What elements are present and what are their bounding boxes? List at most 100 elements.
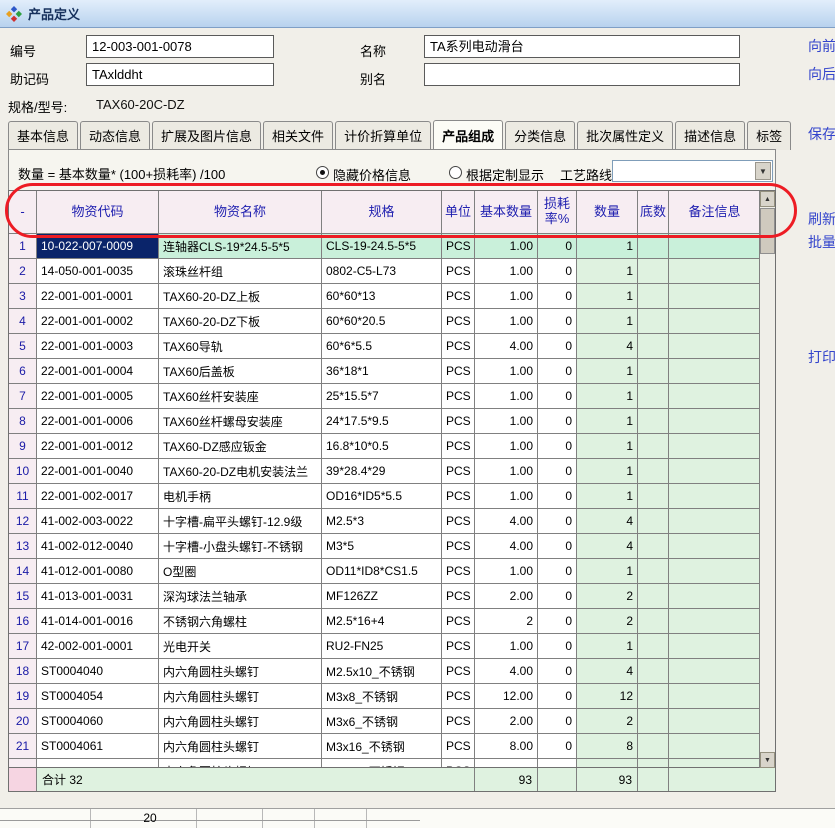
cell-unit[interactable]: PCS xyxy=(442,434,475,459)
cell-base[interactable] xyxy=(638,509,669,534)
cell-unit[interactable]: PCS xyxy=(442,709,475,734)
cell-unit[interactable]: PCS xyxy=(442,609,475,634)
cell-material-name[interactable]: 不锈钢六角螺柱 xyxy=(159,609,322,634)
tab-related-files[interactable]: 相关文件 xyxy=(263,121,333,150)
cell-material-code[interactable]: 14-050-001-0035 xyxy=(37,259,159,284)
column-header-loss-rate[interactable]: 损耗率% xyxy=(538,191,577,234)
cell-qty[interactable]: 1 xyxy=(577,434,638,459)
table-row[interactable]: 1541-013-001-0031深沟球法兰轴承MF126ZZPCS2.0002 xyxy=(9,584,761,609)
cell-basic-qty[interactable]: 1.00 xyxy=(475,359,538,384)
table-row[interactable]: 322-001-001-0001TAX60-20-DZ上板60*60*13PCS… xyxy=(9,284,761,309)
table-row[interactable]: 110-022-007-0009连轴器CLS-19*24.5-5*5CLS-19… xyxy=(9,234,761,259)
table-row[interactable]: 622-001-001-0004TAX60后盖板36*18*1PCS1.0001 xyxy=(9,359,761,384)
cell-material-code[interactable]: 42-002-001-0001 xyxy=(37,634,159,659)
cell-remark[interactable] xyxy=(669,634,761,659)
cell-remark[interactable] xyxy=(669,609,761,634)
cell-base[interactable] xyxy=(638,334,669,359)
cell-spec[interactable]: M2.5x10_不锈钢 xyxy=(322,659,442,684)
cell-loss-rate[interactable]: 0 xyxy=(538,509,577,534)
cell-qty[interactable]: 8 xyxy=(577,734,638,759)
cell-material-name[interactable]: TAX60后盖板 xyxy=(159,359,322,384)
cell-remark[interactable] xyxy=(669,684,761,709)
cell-base[interactable] xyxy=(638,584,669,609)
cell-basic-qty[interactable]: 1.00 xyxy=(475,634,538,659)
batch-button[interactable]: 批量 xyxy=(808,232,835,252)
cell-basic-qty[interactable]: 1.00 xyxy=(475,234,538,259)
table-row[interactable]: 1241-002-003-0022十字槽-扁平头螺钉-12.9级M2.5*3PC… xyxy=(9,509,761,534)
scroll-up-icon[interactable]: ▲ xyxy=(760,191,775,207)
tab-batch-attribute-definition[interactable]: 批次属性定义 xyxy=(577,121,673,150)
cell-material-name[interactable]: 电机手柄 xyxy=(159,484,322,509)
tab-label[interactable]: 标签 xyxy=(747,121,791,150)
cell-base[interactable] xyxy=(638,534,669,559)
cell-spec[interactable]: M3x6_不锈钢 xyxy=(322,709,442,734)
cell-base[interactable] xyxy=(638,384,669,409)
column-header-material-code[interactable]: 物资代码 xyxy=(37,191,159,234)
cell-unit[interactable]: PCS xyxy=(442,384,475,409)
cell-remark[interactable] xyxy=(669,559,761,584)
cell-remark[interactable] xyxy=(669,384,761,409)
cell-qty[interactable]: 1 xyxy=(577,559,638,584)
custom-display-radio[interactable] xyxy=(449,166,462,179)
cell-spec[interactable]: 25*15.5*7 xyxy=(322,384,442,409)
cell-qty[interactable]: 1 xyxy=(577,309,638,334)
tab-product-composition[interactable]: 产品组成 xyxy=(433,120,503,150)
cell-loss-rate[interactable]: 0 xyxy=(538,709,577,734)
cell-material-code[interactable]: 22-001-001-0004 xyxy=(37,359,159,384)
cell-remark[interactable] xyxy=(669,459,761,484)
cell-unit[interactable]: PCS xyxy=(442,284,475,309)
cell-material-name[interactable]: 连轴器CLS-19*24.5-5*5 xyxy=(159,234,322,259)
cell-unit[interactable]: PCS xyxy=(442,409,475,434)
chevron-down-icon[interactable]: ▼ xyxy=(755,162,771,180)
hide-price-radio-label[interactable]: 隐藏价格信息 xyxy=(333,165,411,184)
cell-basic-qty[interactable]: 12.00 xyxy=(475,684,538,709)
cell-qty[interactable]: 4 xyxy=(577,334,638,359)
cell-remark[interactable] xyxy=(669,709,761,734)
cell-unit[interactable]: PCS xyxy=(442,459,475,484)
cell-remark[interactable] xyxy=(669,234,761,259)
cell-qty[interactable]: 1 xyxy=(577,384,638,409)
cell-basic-qty[interactable]: 1.00 xyxy=(475,484,538,509)
cell-material-code[interactable]: ST0004060 xyxy=(37,709,159,734)
cell-basic-qty[interactable]: 1.00 xyxy=(475,409,538,434)
column-header-qty[interactable]: 数量 xyxy=(577,191,638,234)
cell-loss-rate[interactable]: 0 xyxy=(538,609,577,634)
table-row[interactable]: 1341-002-012-0040十字槽-小盘头螺钉-不锈钢M3*5PCS4.0… xyxy=(9,534,761,559)
cell-material-code[interactable]: 22-001-001-0005 xyxy=(37,384,159,409)
table-row[interactable]: 1122-001-002-0017电机手柄OD16*ID5*5.5PCS1.00… xyxy=(9,484,761,509)
cell-qty[interactable]: 1 xyxy=(577,359,638,384)
print-button[interactable]: 打印 xyxy=(808,347,835,367)
cell-material-name[interactable]: 内六角圆柱头螺钉 xyxy=(159,734,322,759)
cell-qty[interactable]: 1 xyxy=(577,259,638,284)
cell-base[interactable] xyxy=(638,609,669,634)
cell-base[interactable] xyxy=(638,459,669,484)
cell-unit[interactable]: PCS xyxy=(442,234,475,259)
alias-field[interactable] xyxy=(424,63,740,86)
vertical-scrollbar[interactable]: ▲ ▼ xyxy=(759,191,775,768)
tab-pricing-unit[interactable]: 计价折算单位 xyxy=(335,121,431,150)
cell-loss-rate[interactable]: 0 xyxy=(538,234,577,259)
cell-remark[interactable] xyxy=(669,309,761,334)
cell-spec[interactable]: M3x16_不锈钢 xyxy=(322,734,442,759)
cell-spec[interactable]: 39*28.4*29 xyxy=(322,459,442,484)
cell-remark[interactable] xyxy=(669,534,761,559)
cell-material-code[interactable]: 41-013-001-0031 xyxy=(37,584,159,609)
table-row[interactable]: 522-001-001-0003TAX60导轨60*6*5.5PCS4.0004 xyxy=(9,334,761,359)
table-row[interactable]: 1742-002-001-0001光电开关RU2-FN25PCS1.0001 xyxy=(9,634,761,659)
cell-loss-rate[interactable]: 0 xyxy=(538,334,577,359)
cell-basic-qty[interactable]: 1.00 xyxy=(475,309,538,334)
table-row[interactable]: 822-001-001-0006TAX60丝杆螺母安装座24*17.5*9.5P… xyxy=(9,409,761,434)
tab-description-info[interactable]: 描述信息 xyxy=(675,121,745,150)
save-button[interactable]: 保存 xyxy=(808,124,835,144)
cell-spec[interactable]: 60*60*13 xyxy=(322,284,442,309)
cell-basic-qty[interactable]: 1.00 xyxy=(475,384,538,409)
cell-unit[interactable]: PCS xyxy=(442,634,475,659)
cell-qty[interactable]: 4 xyxy=(577,659,638,684)
cell-loss-rate[interactable]: 0 xyxy=(538,434,577,459)
column-header-basic-qty[interactable]: 基本数量 xyxy=(475,191,538,234)
cell-basic-qty[interactable]: 1.00 xyxy=(475,559,538,584)
cell-spec[interactable]: MF126ZZ xyxy=(322,584,442,609)
cell-unit[interactable]: PCS xyxy=(442,334,475,359)
cell-material-code[interactable]: 22-001-001-0040 xyxy=(37,459,159,484)
cell-material-name[interactable]: TAX60-20-DZ电机安装法兰 xyxy=(159,459,322,484)
